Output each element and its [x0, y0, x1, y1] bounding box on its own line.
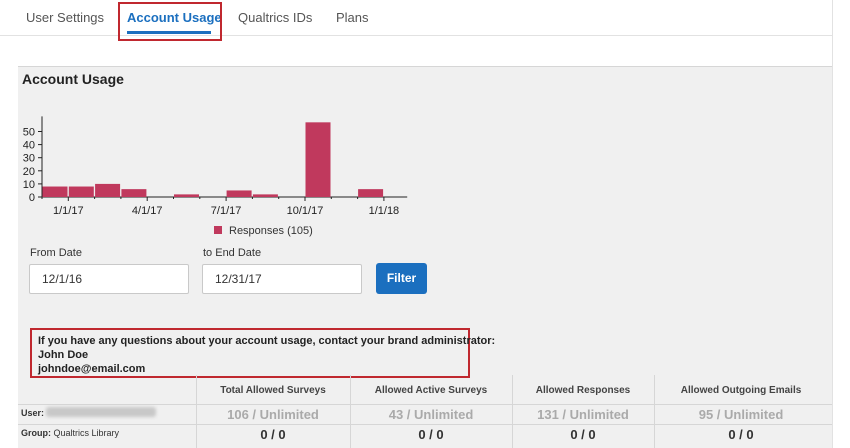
y-tick-label: 30	[23, 153, 35, 165]
page-right-edge	[832, 0, 850, 448]
user-active-surveys: 43 / Unlimited	[388, 407, 474, 422]
table-divider	[18, 424, 832, 425]
tab-bar: User Settings Account Usage Qualtrics ID…	[0, 0, 850, 36]
y-tick-label: 40	[23, 140, 35, 152]
legend-swatch	[214, 226, 222, 234]
blurred-username	[46, 407, 156, 417]
x-tick-label: 10/1/17	[287, 205, 324, 217]
x-tick-label: 4/1/17	[132, 205, 163, 217]
y-tick-label: 0	[29, 192, 35, 204]
chart-bar	[95, 183, 121, 197]
y-tick-label: 20	[23, 166, 35, 178]
group-outgoing-emails: 0 / 0	[728, 427, 754, 442]
group-active-surveys: 0 / 0	[418, 427, 444, 442]
y-tick-label: 10	[23, 179, 35, 191]
tab-plans[interactable]: Plans	[336, 0, 369, 36]
chart-bar	[42, 186, 68, 197]
chart-bar	[358, 189, 384, 197]
chart-bar	[68, 186, 94, 197]
header-total-allowed-surveys: Total Allowed Surveys	[220, 385, 326, 396]
tab-user-settings[interactable]: User Settings	[26, 0, 104, 36]
chart-bar	[305, 122, 331, 197]
contact-message: If you have any questions about your acc…	[38, 335, 496, 347]
from-date-label: From Date	[30, 247, 82, 259]
y-tick-label: 50	[23, 127, 35, 139]
chart-bar	[226, 190, 252, 197]
contact-email[interactable]: johndoe@email.com	[38, 363, 145, 375]
user-outgoing-emails: 95 / Unlimited	[698, 407, 784, 422]
end-date-field[interactable]: 12/31/17	[202, 264, 362, 294]
user-row-label: User:	[21, 408, 45, 418]
chart-bar	[121, 189, 147, 197]
header-allowed-outgoing-emails: Allowed Outgoing Emails	[680, 385, 802, 396]
table-divider	[18, 404, 832, 405]
filter-button[interactable]: Filter	[376, 263, 427, 294]
group-row-label: Group: Qualtrics Library	[21, 428, 120, 438]
group-total-surveys: 0 / 0	[260, 427, 286, 442]
tab-qualtrics-ids[interactable]: Qualtrics IDs	[238, 0, 312, 36]
group-responses: 0 / 0	[570, 427, 596, 442]
x-tick-label: 7/1/17	[211, 205, 242, 217]
contact-name: John Doe	[38, 349, 89, 361]
user-responses: 131 / Unlimited	[537, 407, 629, 422]
x-tick-label: 1/1/17	[53, 205, 84, 217]
panel-title: Account Usage	[22, 71, 124, 87]
active-tab-indicator	[127, 31, 211, 34]
chart-legend: Responses (105)	[214, 225, 313, 237]
legend-label: Responses (105)	[229, 225, 313, 237]
from-date-field[interactable]: 12/1/16	[29, 264, 189, 294]
x-tick-label: 1/1/18	[369, 205, 400, 217]
chart-bar	[252, 194, 278, 197]
header-allowed-active-surveys: Allowed Active Surveys	[374, 385, 488, 396]
end-date-label: to End Date	[203, 247, 262, 259]
header-allowed-responses: Allowed Responses	[535, 385, 631, 396]
usage-chart: 01020304050 1/1/17 4/1/17 7/1/17 10/1/17 1/1/…	[23, 116, 408, 217]
chart-bar	[174, 194, 199, 197]
user-total-surveys: 106 / Unlimited	[227, 407, 319, 422]
